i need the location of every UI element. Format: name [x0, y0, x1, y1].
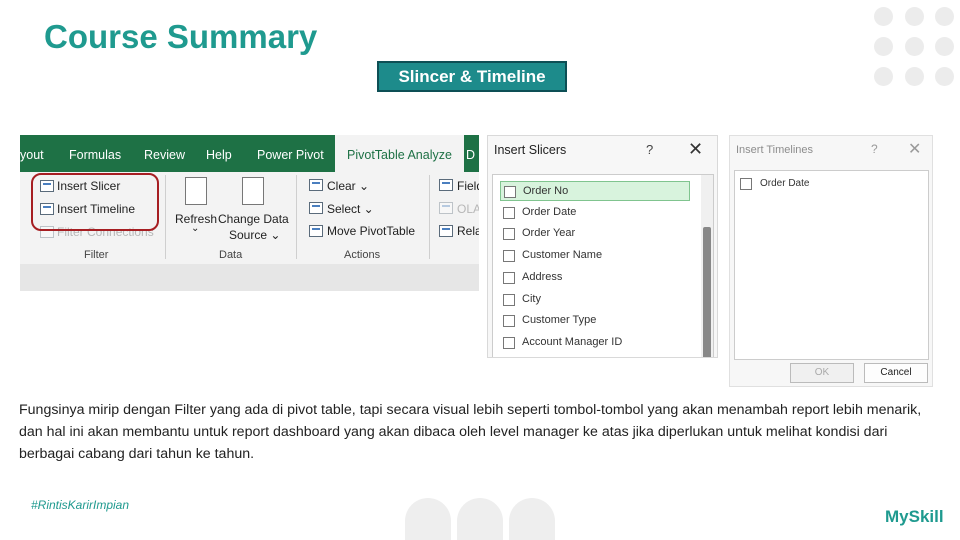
group-separator	[296, 175, 297, 259]
checkbox[interactable]	[503, 250, 515, 262]
move-pivottable-icon	[309, 225, 323, 237]
refresh-dropdown-arrow[interactable]: ⌄	[191, 223, 199, 234]
list-item[interactable]: Address	[500, 268, 690, 288]
insert-slicers-dialog: Insert Slicers ? ✕ Order No Order Date O…	[487, 135, 718, 358]
clear-icon	[309, 179, 323, 191]
ribbon-tab-bar: yout Formulas Review Help Power Pivot Pi…	[20, 135, 479, 172]
checkbox[interactable]	[503, 272, 515, 284]
close-icon[interactable]: ✕	[908, 139, 921, 159]
checkbox[interactable]	[503, 294, 515, 306]
list-item[interactable]: Order Year	[500, 224, 690, 244]
checkbox[interactable]	[503, 207, 515, 219]
scrollbar[interactable]	[701, 175, 713, 357]
tab-help[interactable]: Help	[206, 135, 232, 172]
actions-group-label: Actions	[344, 249, 381, 261]
tab-power-pivot[interactable]: Power Pivot	[257, 135, 324, 172]
scrollbar-thumb[interactable]	[703, 227, 711, 357]
decorative-arch	[457, 498, 503, 540]
field-list-button[interactable]: Field	[457, 179, 479, 193]
list-item[interactable]: City	[500, 290, 690, 310]
olap-tools-icon	[439, 202, 453, 214]
page-title: Course Summary	[44, 18, 318, 55]
checkbox[interactable]	[504, 186, 516, 198]
highlight-ring	[31, 173, 159, 231]
tab-pivottable-analyze[interactable]: PivotTable Analyze	[335, 135, 464, 172]
select-icon	[309, 202, 323, 214]
refresh-icon	[185, 177, 207, 205]
list-item[interactable]: Order Date	[500, 203, 690, 223]
cancel-button[interactable]: Cancel	[864, 363, 928, 383]
checkbox[interactable]	[740, 178, 752, 190]
group-separator	[429, 175, 430, 259]
close-icon[interactable]: ✕	[688, 139, 703, 160]
list-item[interactable]: Customer Type	[500, 311, 690, 331]
tab-design[interactable]: D	[466, 135, 475, 172]
insert-timelines-dialog: Insert Timelines ? ✕ Order Date OK Cance…	[729, 135, 933, 387]
change-data-source-button-line2[interactable]: Source ⌄	[229, 228, 280, 242]
list-item[interactable]: Account Manager ID	[500, 333, 690, 353]
relationships-button[interactable]: Rela	[457, 224, 479, 238]
slicer-field-list: Order No Order Date Order Year Customer …	[492, 174, 714, 357]
list-item[interactable]: Customer Name	[500, 246, 690, 266]
change-data-source-button[interactable]: Change Data	[218, 212, 289, 226]
move-pivottable-button[interactable]: Move PivotTable	[327, 224, 415, 238]
decorative-arch	[405, 498, 451, 540]
field-list-icon	[439, 179, 453, 191]
relationships-icon	[439, 225, 453, 237]
section-badge: Slincer & Timeline	[377, 61, 567, 92]
tab-review[interactable]: Review	[144, 135, 185, 172]
checkbox[interactable]	[503, 228, 515, 240]
dialog-title: Insert Slicers	[494, 143, 567, 157]
brand-logo: MySkill	[885, 507, 944, 526]
tab-formulas[interactable]: Formulas	[69, 135, 121, 172]
help-icon[interactable]: ?	[646, 142, 653, 157]
description-text: Fungsinya mirip dengan Filter yang ada d…	[19, 402, 922, 462]
filter-group-label: Filter	[84, 249, 109, 261]
decorative-arch	[509, 498, 555, 540]
list-item[interactable]: Order No	[500, 181, 690, 201]
olap-tools-button[interactable]: OLA	[457, 202, 479, 216]
ribbon-sheet-area	[20, 264, 479, 291]
excel-ribbon: yout Formulas Review Help Power Pivot Pi…	[20, 135, 479, 291]
select-button[interactable]: Select ⌄	[327, 202, 374, 216]
timeline-field-list: Order Date	[734, 170, 929, 360]
hashtag: #RintisKarirImpian	[31, 498, 130, 512]
checkbox[interactable]	[503, 337, 515, 349]
tab-layout[interactable]: yout	[20, 135, 44, 172]
group-separator	[165, 175, 166, 259]
data-group-label: Data	[219, 249, 243, 261]
clear-button[interactable]: Clear ⌄	[327, 179, 369, 193]
dialog-title: Insert Timelines	[736, 144, 814, 156]
ok-button[interactable]: OK	[790, 363, 854, 383]
checkbox[interactable]	[503, 315, 515, 327]
change-data-source-icon	[242, 177, 264, 205]
help-icon[interactable]: ?	[871, 142, 878, 156]
